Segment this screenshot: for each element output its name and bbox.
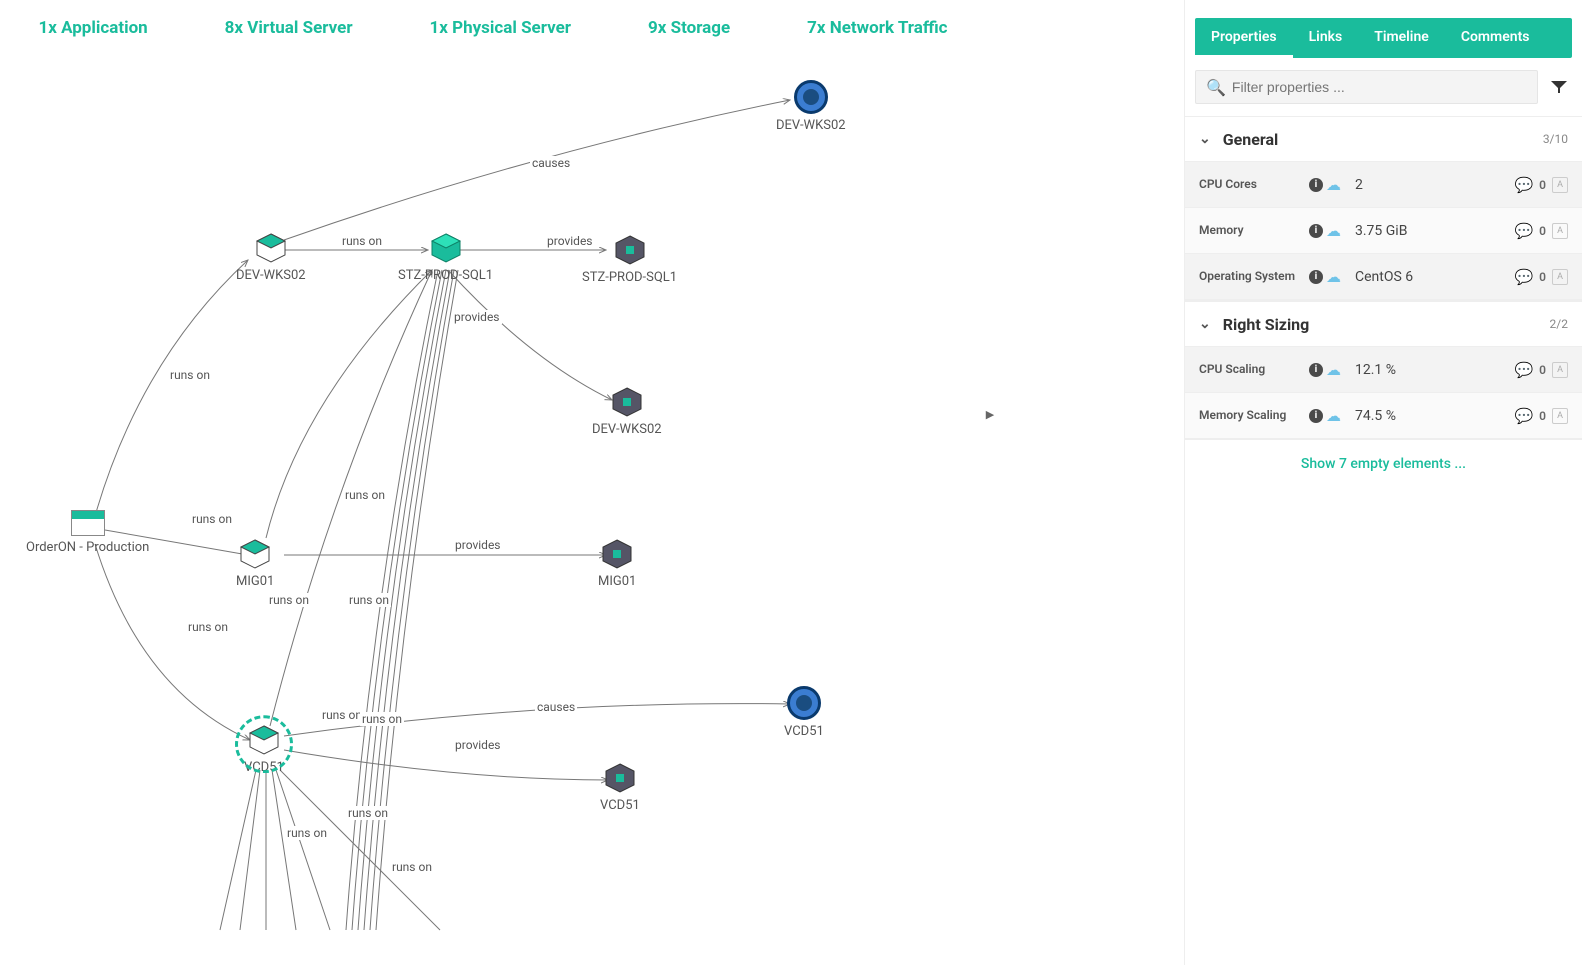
physical-server-icon <box>430 232 462 264</box>
group-header-general[interactable]: ⌄ General 3/10 <box>1185 116 1582 162</box>
edge-label-runs-on: runs on <box>360 712 404 726</box>
edge-label-causes: causes <box>535 700 577 714</box>
auto-badge: A <box>1552 408 1568 424</box>
search-icon: 🔍 <box>1206 78 1226 97</box>
auto-badge: A <box>1552 223 1568 239</box>
edge-label-runs-on: runs on <box>390 860 434 874</box>
cloud-icon: ☁ <box>1326 407 1341 425</box>
network-traffic-icon <box>787 686 821 720</box>
info-icon[interactable]: i <box>1309 409 1323 423</box>
storage-icon <box>601 538 633 570</box>
storage-icon <box>604 762 636 794</box>
filter-toggle-button[interactable] <box>1546 74 1572 100</box>
comment-icon[interactable]: 💬 <box>1514 222 1533 240</box>
auto-badge: A <box>1552 177 1568 193</box>
edge-label-runs-on: runs on <box>346 806 390 820</box>
edge-label-provides: provides <box>453 538 503 552</box>
summary-bar: 1x Application 8x Virtual Server 1x Phys… <box>0 18 986 38</box>
filter-input[interactable] <box>1232 79 1527 95</box>
node-vserver-vcd51[interactable]: VCD51 <box>244 724 284 775</box>
virtual-server-icon <box>255 232 287 264</box>
node-storage-stz-prod-sql1[interactable]: STZ-PROD-SQL1 <box>582 234 677 285</box>
group-header-right-sizing[interactable]: ⌄ Right Sizing 2/2 <box>1185 301 1582 347</box>
edge-label-runs-on: runs on <box>340 234 384 248</box>
virtual-server-icon <box>248 724 280 756</box>
node-storage-vcd51[interactable]: VCD51 <box>600 762 640 813</box>
filter-input-wrap[interactable]: 🔍 <box>1195 70 1538 104</box>
edge-label-runs-on: runs on <box>190 512 234 526</box>
node-traffic-vcd51[interactable]: VCD51 <box>784 686 824 739</box>
node-storage-dev-wks02[interactable]: DEV-WKS02 <box>592 386 662 437</box>
property-row-os[interactable]: Operating System i☁ CentOS 6 💬 0 A <box>1185 254 1582 300</box>
edge-label-runs-on: runs on <box>267 593 311 607</box>
node-traffic-dev-wks02[interactable]: DEV-WKS02 <box>776 80 846 133</box>
node-pserver-stz-prod-sql1[interactable]: STZ-PROD-SQL1 <box>398 232 493 283</box>
cloud-icon: ☁ <box>1326 268 1341 286</box>
edge-label-runs-on: runs on <box>343 488 387 502</box>
info-icon[interactable]: i <box>1309 178 1323 192</box>
edge-label-runs-on: runs on <box>186 620 230 634</box>
property-row-cpu-scaling[interactable]: CPU Scaling i☁ 12.1 % 💬 0 A <box>1185 347 1582 393</box>
property-row-cpu-cores[interactable]: CPU Cores i☁ 2 💬 0 A <box>1185 162 1582 208</box>
panel-tab-bar: Properties Links Timeline Comments <box>1195 18 1572 58</box>
virtual-server-icon <box>239 538 271 570</box>
cloud-icon: ☁ <box>1326 176 1341 194</box>
panel-collapse-handle[interactable]: ▶ <box>986 405 994 423</box>
summary-network-traffic[interactable]: 7x Network Traffic <box>807 18 947 38</box>
tab-comments[interactable]: Comments <box>1445 18 1546 58</box>
info-icon[interactable]: i <box>1309 270 1323 284</box>
node-storage-mig01[interactable]: MIG01 <box>598 538 636 589</box>
edge-label-causes: causes <box>530 156 572 170</box>
properties-panel: Properties Links Timeline Comments 🔍 ⌄ G… <box>1184 0 1582 965</box>
edge-label-runs-on: runs on <box>285 826 329 840</box>
summary-application[interactable]: 1x Application <box>38 18 147 38</box>
cloud-icon: ☁ <box>1326 361 1341 379</box>
storage-icon <box>611 386 643 418</box>
comment-icon[interactable]: 💬 <box>1514 176 1533 194</box>
cloud-icon: ☁ <box>1326 222 1341 240</box>
edge-label-runs-on: runs on <box>347 593 391 607</box>
network-traffic-icon <box>794 80 828 114</box>
auto-badge: A <box>1552 362 1568 378</box>
edge-label-runs-on: runs on <box>320 708 364 722</box>
application-icon <box>71 510 105 536</box>
tab-links[interactable]: Links <box>1293 18 1359 58</box>
tab-properties[interactable]: Properties <box>1195 18 1293 58</box>
storage-icon <box>614 234 646 266</box>
tab-timeline[interactable]: Timeline <box>1358 18 1445 58</box>
comment-icon[interactable]: 💬 <box>1514 407 1533 425</box>
summary-virtual-server[interactable]: 8x Virtual Server <box>225 18 353 38</box>
edge-label-runs-on: runs on <box>168 368 212 382</box>
show-empty-link[interactable]: Show 7 empty elements ... <box>1301 456 1466 472</box>
summary-physical-server[interactable]: 1x Physical Server <box>430 18 572 38</box>
comment-icon[interactable]: 💬 <box>1514 361 1533 379</box>
node-vserver-mig01[interactable]: MIG01 <box>236 538 274 589</box>
info-icon[interactable]: i <box>1309 363 1323 377</box>
edge-label-provides: provides <box>453 738 503 752</box>
chevron-down-icon: ⌄ <box>1199 316 1211 332</box>
node-application-orderon[interactable]: OrderON - Production <box>26 510 149 555</box>
comment-icon[interactable]: 💬 <box>1514 268 1533 286</box>
property-row-memory-scaling[interactable]: Memory Scaling i☁ 74.5 % 💬 0 A <box>1185 393 1582 439</box>
property-row-memory[interactable]: Memory i☁ 3.75 GiB 💬 0 A <box>1185 208 1582 254</box>
summary-storage[interactable]: 9x Storage <box>648 18 730 38</box>
edge-label-provides: provides <box>452 310 502 324</box>
topology-diagram[interactable]: runs on runs on runs on runs on provides… <box>0 60 986 965</box>
chevron-down-icon: ⌄ <box>1199 131 1211 147</box>
auto-badge: A <box>1552 269 1568 285</box>
info-icon[interactable]: i <box>1309 224 1323 238</box>
node-vserver-dev-wks02[interactable]: DEV-WKS02 <box>236 232 306 283</box>
